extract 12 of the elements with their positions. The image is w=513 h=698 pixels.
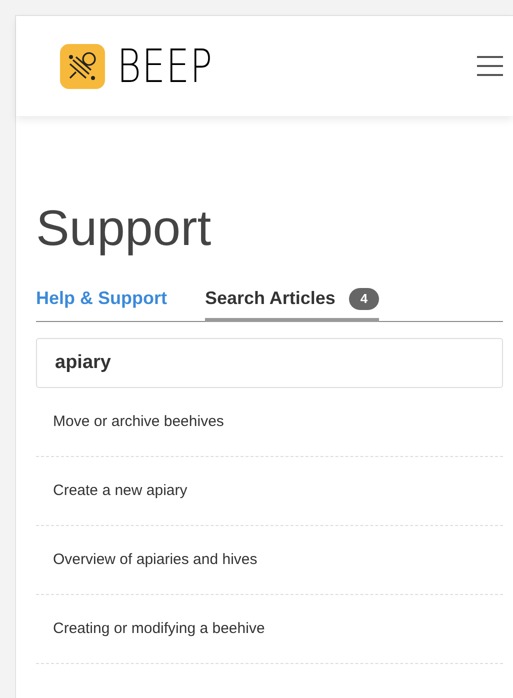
search-field[interactable]: apiary	[36, 338, 503, 388]
article-link[interactable]: Overview of apiaries and hives	[36, 526, 503, 595]
tab[interactable]: Help & Support	[36, 285, 167, 322]
menu-icon[interactable]	[477, 56, 503, 76]
logo-icon	[60, 44, 105, 88]
tab[interactable]: Search Articles 4	[205, 285, 379, 322]
article-link[interactable]: Creating or modifying a beehive	[36, 595, 503, 664]
article-link[interactable]: Create a new apiary	[36, 457, 503, 526]
brand-name: BEEP	[117, 43, 213, 89]
article-link[interactable]: Move or archive beehives	[36, 388, 503, 457]
page-title: Support	[36, 199, 212, 258]
count-badge: 4	[349, 288, 379, 310]
